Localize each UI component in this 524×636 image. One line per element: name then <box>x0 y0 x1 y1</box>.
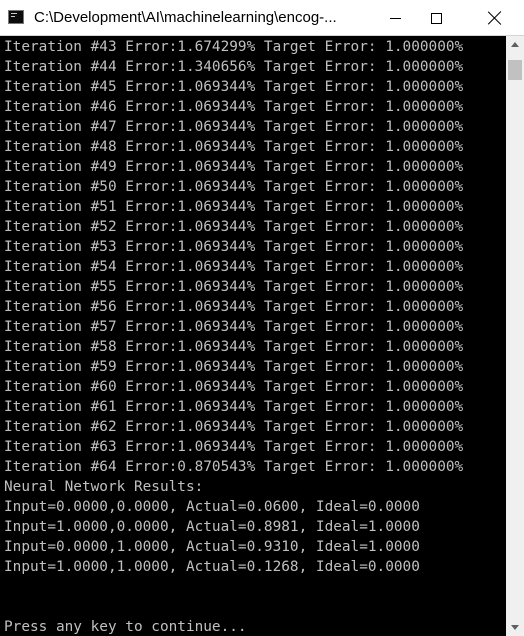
console-line: Iteration #60 Error:1.069344% Target Err… <box>4 379 464 395</box>
window-title: C:\Development\AI\machinelearning\encog-… <box>34 9 337 26</box>
close-icon <box>488 11 502 25</box>
console-line: Iteration #52 Error:1.069344% Target Err… <box>4 219 464 235</box>
scroll-up-button[interactable] <box>506 36 524 53</box>
console-line: Iteration #58 Error:1.069344% Target Err… <box>4 339 464 355</box>
console-line: Iteration #53 Error:1.069344% Target Err… <box>4 239 464 255</box>
vertical-scrollbar[interactable] <box>506 36 524 636</box>
console-line: Iteration #47 Error:1.069344% Target Err… <box>4 119 464 135</box>
arrow-down-icon <box>511 625 519 630</box>
console-line: Iteration #61 Error:1.069344% Target Err… <box>4 399 464 415</box>
console-line: Input=0.0000,1.0000, Actual=0.9310, Idea… <box>4 539 420 555</box>
console-line: Press any key to continue... <box>4 619 247 635</box>
scrollbar-thumb[interactable] <box>508 60 522 80</box>
console-line: Input=1.0000,1.0000, Actual=0.1268, Idea… <box>4 559 420 575</box>
console-line: Iteration #49 Error:1.069344% Target Err… <box>4 159 464 175</box>
maximize-icon <box>430 12 442 24</box>
arrow-up-icon <box>511 42 519 47</box>
minimize-button[interactable] <box>372 0 418 36</box>
console-line: Iteration #62 Error:1.069344% Target Err… <box>4 419 464 435</box>
console-line: Iteration #57 Error:1.069344% Target Err… <box>4 319 464 335</box>
title-bar[interactable]: C:\Development\AI\machinelearning\encog-… <box>0 0 524 36</box>
console-line: Iteration #59 Error:1.069344% Target Err… <box>4 359 464 375</box>
console-line: Iteration #64 Error:0.870543% Target Err… <box>4 459 464 475</box>
console-line: Input=1.0000,0.0000, Actual=0.8981, Idea… <box>4 519 420 535</box>
close-button[interactable] <box>472 0 518 36</box>
minimize-icon <box>389 17 401 19</box>
scroll-down-button[interactable] <box>506 619 524 636</box>
console-line: Iteration #45 Error:1.069344% Target Err… <box>4 79 464 95</box>
console-line: Iteration #50 Error:1.069344% Target Err… <box>4 179 464 195</box>
console-line: Iteration #46 Error:1.069344% Target Err… <box>4 99 464 115</box>
console-line: Iteration #43 Error:1.674299% Target Err… <box>4 39 464 55</box>
console-line: Neural Network Results: <box>4 479 204 495</box>
console-line: Iteration #48 Error:1.069344% Target Err… <box>4 139 464 155</box>
console-line: Iteration #55 Error:1.069344% Target Err… <box>4 279 464 295</box>
console-output[interactable]: Iteration #43 Error:1.674299% Target Err… <box>0 36 506 636</box>
console-app-icon[interactable] <box>8 10 24 24</box>
console-line: Iteration #44 Error:1.340656% Target Err… <box>4 59 464 75</box>
console-line: Iteration #63 Error:1.069344% Target Err… <box>4 439 464 455</box>
console-line: Iteration #54 Error:1.069344% Target Err… <box>4 259 464 275</box>
maximize-button[interactable] <box>413 0 459 36</box>
console-line: Input=0.0000,0.0000, Actual=0.0600, Idea… <box>4 499 420 515</box>
console-line: Iteration #56 Error:1.069344% Target Err… <box>4 299 464 315</box>
console-line: Iteration #51 Error:1.069344% Target Err… <box>4 199 464 215</box>
